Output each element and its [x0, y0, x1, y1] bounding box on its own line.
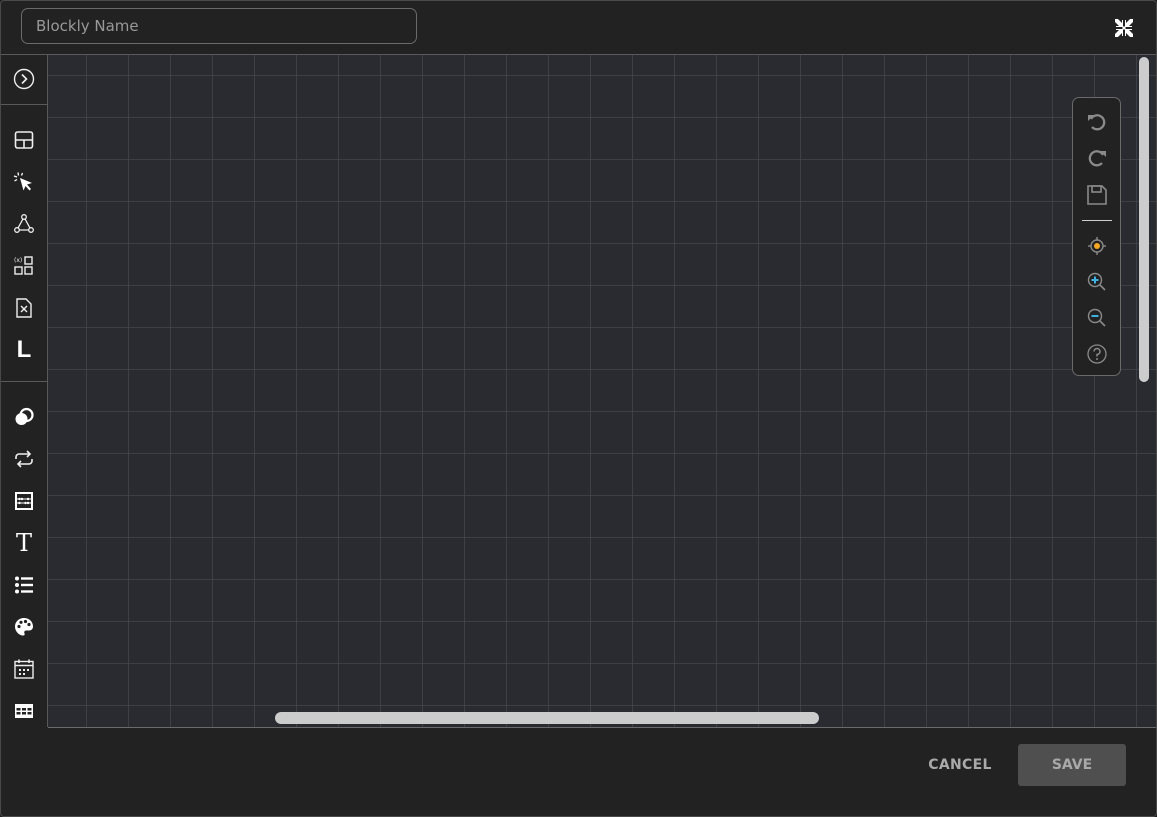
save-button[interactable]: SAVE — [1018, 744, 1126, 786]
workspace-grid — [48, 55, 1156, 727]
layout-icon — [14, 131, 34, 149]
toolbox-category-colour[interactable] — [1, 608, 47, 646]
toolbox-category-nodes[interactable] — [1, 205, 47, 243]
toolbox-category-text[interactable]: T — [1, 524, 47, 562]
text-t-icon: T — [15, 529, 32, 557]
toolbox-divider — [1, 104, 47, 105]
svg-text:(x): (x) — [14, 257, 22, 264]
cancel-button[interactable]: CANCEL — [916, 744, 1004, 786]
logic-rings-icon — [15, 407, 34, 425]
blockly-dialog: (x) L T — [0, 0, 1157, 817]
toolbox-toggle[interactable] — [1, 60, 47, 98]
redo-icon — [1088, 150, 1106, 167]
blockly-workspace[interactable] — [48, 55, 1156, 728]
zoom-out-icon — [1087, 308, 1106, 327]
help-button[interactable] — [1073, 339, 1120, 369]
toolbox-category-variables[interactable]: (x) — [1, 247, 47, 285]
undo-icon — [1087, 114, 1105, 131]
table-icon — [15, 704, 33, 718]
palette-icon — [15, 618, 33, 636]
pointer-click-icon — [13, 172, 32, 191]
zoom-in-button[interactable] — [1073, 267, 1120, 297]
redo-button[interactable] — [1073, 143, 1120, 173]
exit-fullscreen-button[interactable] — [1113, 17, 1135, 39]
undo-button[interactable] — [1073, 107, 1120, 137]
toolbox-category-loops[interactable] — [1, 440, 47, 478]
triangle-nodes-icon — [14, 214, 34, 233]
toolbox-category-table[interactable] — [1, 692, 47, 730]
toolbox-category-events[interactable] — [1, 163, 47, 201]
toolbox-category-file[interactable] — [1, 289, 47, 327]
toolbox-divider — [1, 381, 47, 382]
variables-grid-icon: (x) — [14, 256, 33, 275]
math-abacus-icon — [15, 492, 33, 510]
save-icon — [1086, 185, 1107, 205]
zoom-out-button[interactable] — [1073, 303, 1120, 333]
toolbox: (x) L T — [1, 55, 48, 727]
toolbox-category-math[interactable] — [1, 482, 47, 520]
toolbox-category-date[interactable] — [1, 650, 47, 688]
loop-arrows-icon — [15, 450, 33, 468]
chevron-right-circle-icon — [13, 68, 35, 90]
exit-fullscreen-icon — [1115, 19, 1133, 37]
toolbox-category-l[interactable]: L — [1, 331, 47, 369]
save-workspace-button[interactable] — [1073, 180, 1120, 210]
calendar-icon — [14, 659, 34, 679]
controls-divider — [1082, 220, 1112, 221]
horizontal-scrollbar[interactable] — [275, 712, 819, 724]
toolbox-category-logic[interactable] — [1, 398, 47, 436]
toolbox-category-lists[interactable] — [1, 566, 47, 604]
center-target-icon — [1087, 237, 1106, 255]
help-icon — [1086, 344, 1107, 364]
toolbox-category-layout[interactable] — [1, 121, 47, 159]
dialog-footer: CANCEL SAVE — [1, 728, 1156, 816]
dialog-header — [1, 1, 1156, 55]
blockly-name-input[interactable] — [21, 8, 417, 44]
zoom-in-icon — [1087, 272, 1106, 291]
workspace-controls — [1072, 97, 1121, 376]
center-button[interactable] — [1073, 231, 1120, 261]
letter-l-icon: L — [16, 336, 32, 363]
list-icon — [15, 576, 33, 594]
file-x-icon — [16, 298, 32, 318]
vertical-scrollbar[interactable] — [1139, 57, 1149, 382]
